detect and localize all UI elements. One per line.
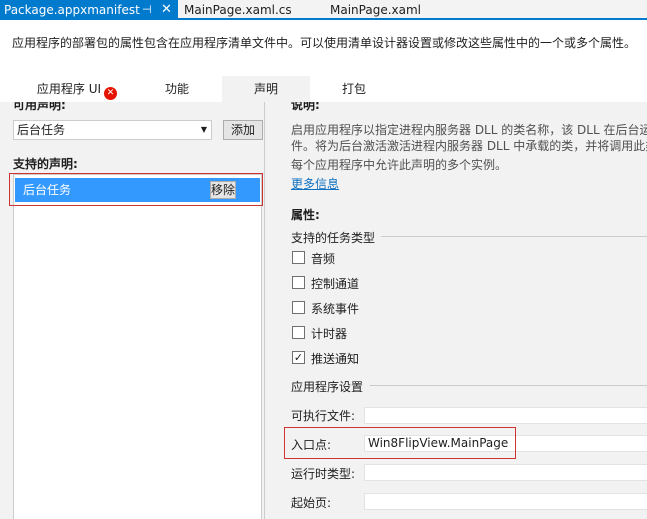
description-line-1: 启用应用程序以指定进程内服务器 DLL 的类名称，该 DLL 在后台运 (291, 123, 647, 137)
start-page-field[interactable] (364, 493, 647, 510)
divider (381, 236, 647, 237)
available-declarations-label: 可用声明: (13, 102, 66, 112)
app-settings-header: 应用程序设置 (291, 380, 364, 394)
tab-application-ui-label: 应用程序 UI (36, 82, 102, 96)
executable-label: 可执行文件: (291, 409, 356, 423)
supported-declarations-label: 支持的声明: (13, 157, 78, 171)
checkbox-box[interactable] (292, 326, 305, 339)
checkbox-box[interactable] (292, 301, 305, 314)
description-line-3: 每个应用程序中允许此声明的多个实例。 (291, 158, 508, 172)
checkbox-label: 系统事件 (311, 302, 360, 316)
tab-packaging[interactable]: 打包 (310, 76, 398, 102)
manifest-section-tabs: 应用程序 UI ✕ 功能 声明 打包 (0, 76, 647, 102)
checkbox-box[interactable]: ✓ (292, 351, 305, 364)
tab-application-ui[interactable]: 应用程序 UI ✕ (22, 76, 132, 102)
tab-label: Package.appxmanifest (4, 3, 140, 17)
manifest-description: 应用程序的部署包的属性包含在应用程序清单文件中。可以使用清单设计器设置或修改这些… (12, 36, 637, 50)
tab-capabilities[interactable]: 功能 (132, 76, 222, 102)
start-page-label: 起始页: (291, 496, 332, 510)
tab-package-appxmanifest[interactable]: Package.appxmanifest ⊣ ✕ (0, 0, 178, 20)
runtime-type-label: 运行时类型: (291, 467, 356, 481)
checkbox-label: 音频 (311, 252, 336, 266)
more-info-link[interactable]: 更多信息 (291, 175, 339, 192)
close-icon[interactable]: ✕ (161, 0, 172, 20)
tab-mainpage-xaml-cs[interactable]: MainPage.xaml.cs (180, 0, 328, 20)
declarations-content: 可用声明: 后台任务 ▼ 添加 支持的声明: 后台任务 移除 说明: 启用应用程… (0, 102, 647, 519)
checkbox-label: 推送通知 (311, 352, 360, 366)
dropdown-value: 后台任务 (17, 123, 66, 137)
description-label: 说明: (291, 102, 320, 112)
runtime-type-field[interactable] (364, 464, 647, 481)
checkbox-box[interactable] (292, 276, 305, 289)
pane-divider (264, 102, 265, 519)
document-tab-strip: Package.appxmanifest ⊣ ✕ MainPage.xaml.c… (0, 0, 647, 20)
description-line-2: 件。将为后台激活激活进程内服务器 DLL 中承载的类，并将调用此类 (291, 139, 647, 153)
declarations-left-pane: 可用声明: 后台任务 ▼ 添加 支持的声明: 后台任务 移除 (0, 102, 265, 519)
properties-label: 属性: (291, 208, 320, 222)
error-icon: ✕ (104, 87, 118, 100)
tab-mainpage-xaml[interactable]: MainPage.xaml (330, 0, 480, 20)
chevron-down-icon: ▼ (200, 125, 207, 134)
tab-declarations[interactable]: 声明 (222, 76, 310, 102)
supported-declarations-list[interactable]: 后台任务 移除 (13, 174, 262, 519)
highlight-box-supported (9, 173, 263, 206)
checkbox-box[interactable] (292, 251, 305, 264)
checkbox-label: 控制通道 (311, 277, 360, 291)
add-button[interactable]: 添加 (223, 120, 263, 140)
available-declarations-dropdown[interactable]: 后台任务 ▼ (13, 120, 212, 140)
task-types-header: 支持的任务类型 (291, 231, 376, 245)
highlight-box-entry-point (284, 427, 516, 459)
divider (370, 385, 647, 386)
checkbox-label: 计时器 (311, 327, 348, 341)
executable-field[interactable] (364, 407, 647, 424)
pin-icon[interactable]: ⊣ (142, 0, 152, 20)
